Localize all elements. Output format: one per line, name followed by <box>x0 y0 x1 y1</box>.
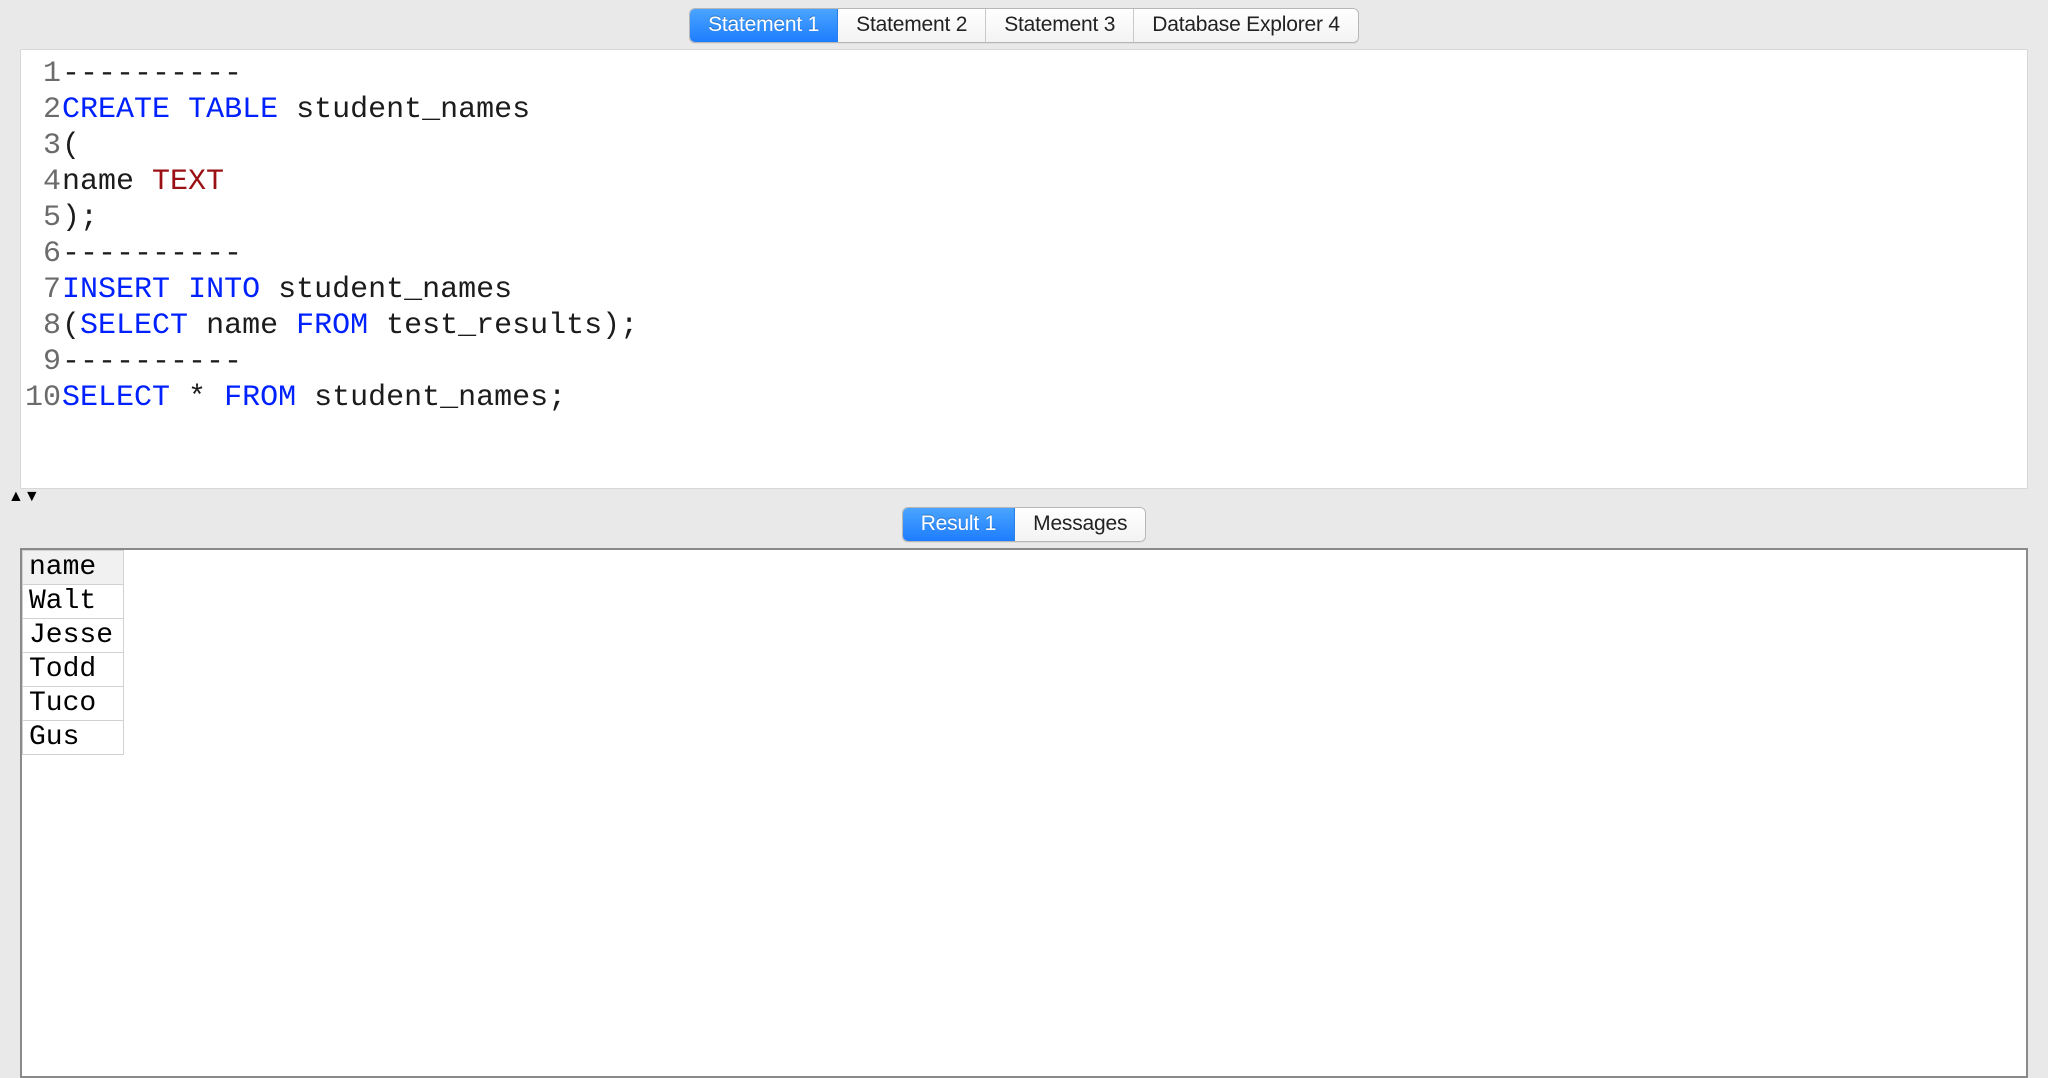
code-token: SELECT <box>62 381 170 415</box>
code-token: ( <box>62 309 80 343</box>
table-cell[interactable]: Jesse <box>23 619 124 653</box>
table-cell[interactable]: Tuco <box>23 687 124 721</box>
table-row[interactable]: Walt <box>23 585 124 619</box>
code-line[interactable]: ---------- <box>62 344 2023 380</box>
code-token: FROM <box>296 309 368 343</box>
code-line[interactable]: CREATE TABLE student_names <box>62 92 2023 128</box>
code-token: INSERT <box>62 273 170 307</box>
code-line[interactable]: ---------- <box>62 236 2023 272</box>
line-number: 2 <box>25 92 62 128</box>
code-token: SELECT <box>80 309 188 343</box>
editor-panel: 12345678910 ----------CREATE TABLE stude… <box>20 49 2028 489</box>
code-line[interactable]: name TEXT <box>62 164 2023 200</box>
table-cell[interactable]: Walt <box>23 585 124 619</box>
code-line[interactable]: ( <box>62 128 2023 164</box>
line-number: 10 <box>25 380 62 416</box>
statement-tab[interactable]: Statement 2 <box>838 9 986 42</box>
code-line[interactable]: (SELECT name FROM test_results); <box>62 308 2023 344</box>
code-token: ---------- <box>62 345 242 379</box>
code-token: name <box>62 165 152 199</box>
results-panel: nameWaltJesseToddTucoGus <box>20 548 2028 1078</box>
code-token: student_names; <box>296 381 566 415</box>
code-token: TEXT <box>152 165 224 199</box>
column-header[interactable]: name <box>23 551 124 585</box>
code-line[interactable]: ---------- <box>62 56 2023 92</box>
code-token: FROM <box>224 381 296 415</box>
line-number-gutter: 12345678910 <box>21 50 62 488</box>
code-token: * <box>170 381 224 415</box>
table-row[interactable]: Todd <box>23 653 124 687</box>
splitter-down-icon: ▼ <box>24 492 40 502</box>
line-number: 8 <box>25 308 62 344</box>
results-tabbar: Result 1Messages <box>0 505 2048 548</box>
table-cell[interactable]: Gus <box>23 721 124 755</box>
sql-editor[interactable]: 12345678910 ----------CREATE TABLE stude… <box>21 50 2027 488</box>
code-line[interactable]: INSERT INTO student_names <box>62 272 2023 308</box>
line-number: 4 <box>25 164 62 200</box>
table-row[interactable]: Tuco <box>23 687 124 721</box>
code-token: ( <box>62 129 80 163</box>
statement-tab[interactable]: Statement 1 <box>690 9 838 42</box>
line-number: 3 <box>25 128 62 164</box>
table-row[interactable]: Gus <box>23 721 124 755</box>
code-token: test_results); <box>368 309 638 343</box>
statement-tab[interactable]: Database Explorer 4 <box>1134 9 1358 42</box>
sql-editor-app: Statement 1Statement 2Statement 3Databas… <box>0 0 2048 1078</box>
code-token: student_names <box>278 93 530 127</box>
line-number: 7 <box>25 272 62 308</box>
statement-tabstrip: Statement 1Statement 2Statement 3Databas… <box>689 8 1359 43</box>
results-tab[interactable]: Messages <box>1015 508 1145 541</box>
code-token: TABLE <box>188 93 278 127</box>
line-number: 6 <box>25 236 62 272</box>
pane-splitter[interactable]: ▲▼ <box>8 489 2048 505</box>
results-tab[interactable]: Result 1 <box>903 508 1015 541</box>
code-token: ---------- <box>62 57 242 91</box>
code-token: student_names <box>260 273 512 307</box>
table-cell[interactable]: Todd <box>23 653 124 687</box>
code-token <box>170 93 188 127</box>
line-number: 9 <box>25 344 62 380</box>
code-token: ); <box>62 201 98 235</box>
results-table[interactable]: nameWaltJesseToddTucoGus <box>22 550 124 755</box>
statement-tabbar: Statement 1Statement 2Statement 3Databas… <box>0 0 2048 49</box>
code-token: INTO <box>188 273 260 307</box>
code-line[interactable]: SELECT * FROM student_names; <box>62 380 2023 416</box>
statement-tab[interactable]: Statement 3 <box>986 9 1134 42</box>
results-box: nameWaltJesseToddTucoGus <box>20 548 2028 1078</box>
code-token <box>170 273 188 307</box>
results-tabstrip: Result 1Messages <box>902 507 1147 542</box>
splitter-up-icon: ▲ <box>8 492 24 502</box>
code-token: CREATE <box>62 93 170 127</box>
code-token: ---------- <box>62 237 242 271</box>
code-area[interactable]: ----------CREATE TABLE student_names(nam… <box>62 50 2027 488</box>
code-token: name <box>188 309 296 343</box>
table-row[interactable]: Jesse <box>23 619 124 653</box>
line-number: 5 <box>25 200 62 236</box>
code-line[interactable]: ); <box>62 200 2023 236</box>
line-number: 1 <box>25 56 62 92</box>
table-header-row: name <box>23 551 124 585</box>
